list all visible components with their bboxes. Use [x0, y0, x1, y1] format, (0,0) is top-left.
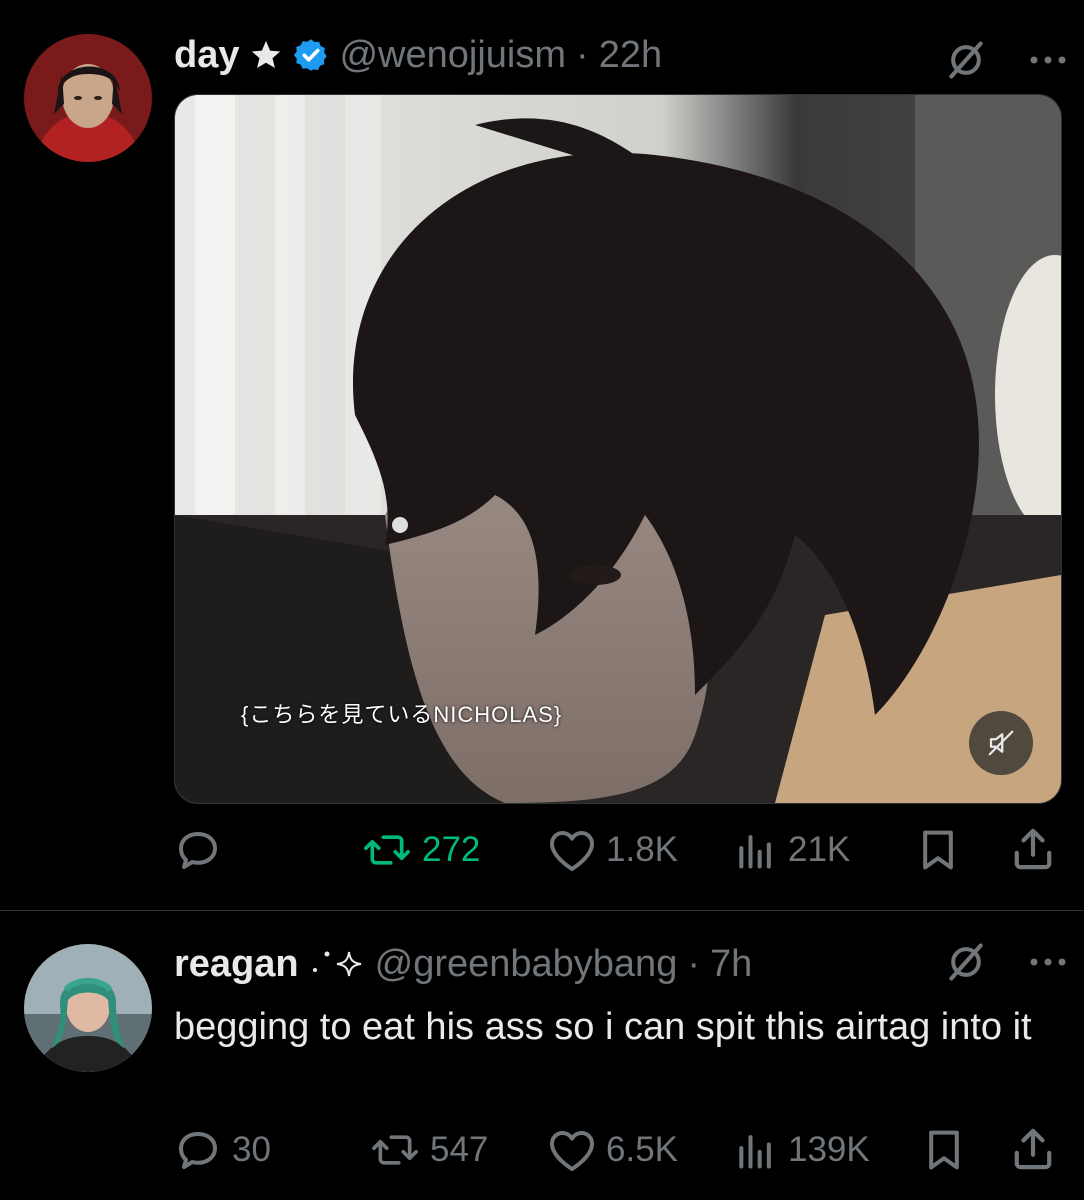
reply-button[interactable]	[174, 826, 222, 874]
views-icon	[734, 828, 778, 872]
reply-icon	[174, 826, 222, 874]
retweet-button[interactable]: 272	[362, 828, 480, 872]
avatar-day[interactable]	[24, 34, 152, 162]
share-icon	[1012, 1126, 1054, 1172]
sparkle-icon	[309, 946, 365, 982]
like-count: 1.8K	[606, 830, 678, 869]
retweet-count: 272	[422, 830, 481, 869]
bookmark-button[interactable]	[918, 828, 958, 872]
retweet-icon	[370, 1128, 420, 1172]
heart-icon	[548, 828, 596, 872]
mute-button[interactable]	[969, 711, 1033, 775]
handle[interactable]: @greenbabybang	[375, 943, 678, 986]
timestamp[interactable]: 22h	[599, 34, 662, 77]
display-name[interactable]: day	[174, 34, 239, 77]
tweet-top-icons	[944, 940, 1068, 984]
like-button[interactable]: 6.5K	[548, 1128, 678, 1172]
video-caption: {こちらを見ているNICHOLAS}	[241, 702, 563, 727]
grok-icon[interactable]	[944, 940, 988, 984]
views-button[interactable]: 139K	[734, 1128, 870, 1172]
views-count: 21K	[788, 830, 851, 869]
separator: ·	[687, 942, 700, 985]
more-icon[interactable]	[1028, 54, 1068, 66]
handle[interactable]: @wenojjuism	[339, 34, 566, 77]
retweet-count: 547	[430, 1130, 489, 1169]
heart-icon	[548, 1128, 596, 1172]
video-media[interactable]: {こちらを見ているNICHOLAS}	[174, 94, 1062, 804]
bookmark-icon	[918, 828, 958, 872]
tweet-text: begging to eat his ass so i can spit thi…	[174, 1006, 1032, 1048]
like-count: 6.5K	[606, 1130, 678, 1169]
retweet-icon	[362, 828, 412, 872]
share-icon	[1012, 826, 1054, 872]
separator: ·	[576, 33, 589, 76]
reply-button[interactable]: 30	[174, 1126, 271, 1174]
views-icon	[734, 1128, 778, 1172]
tweet-header: day @wenojjuism · 22h	[174, 30, 662, 80]
views-button[interactable]: 21K	[734, 828, 850, 872]
reply-icon	[174, 1126, 222, 1174]
share-button[interactable]	[1012, 826, 1054, 872]
tweet-actions: 272 1.8K 21K	[174, 826, 1060, 876]
display-name[interactable]: reagan	[174, 943, 299, 986]
tweet-top-icons	[944, 38, 1068, 82]
tweet-header: reagan @greenbabybang · 7h	[174, 938, 752, 990]
share-button[interactable]	[1012, 1126, 1054, 1172]
more-icon[interactable]	[1028, 956, 1068, 968]
bookmark-icon	[924, 1128, 964, 1172]
verified-badge-icon	[293, 37, 329, 73]
retweet-button[interactable]: 547	[370, 1128, 488, 1172]
timestamp[interactable]: 7h	[710, 943, 752, 986]
bookmark-button[interactable]	[924, 1128, 964, 1172]
tweet-divider	[0, 910, 1084, 911]
star-icon	[249, 38, 283, 72]
avatar-reagan[interactable]	[24, 944, 152, 1072]
like-button[interactable]: 1.8K	[548, 828, 678, 872]
reply-count: 30	[232, 1130, 271, 1169]
tweet-actions: 30 547 6.5K 139K	[174, 1126, 1060, 1176]
views-count: 139K	[788, 1130, 870, 1169]
grok-icon[interactable]	[944, 38, 988, 82]
muted-speaker-icon	[986, 728, 1016, 758]
